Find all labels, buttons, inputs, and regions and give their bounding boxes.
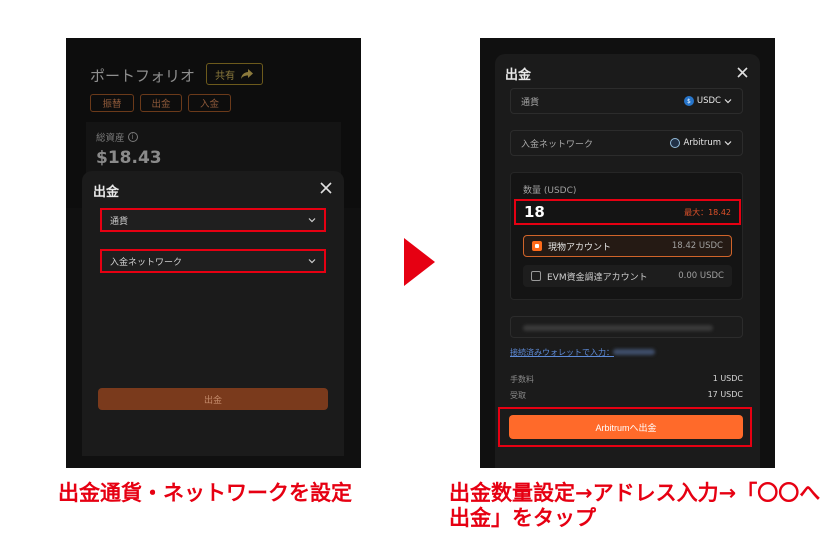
close-icon[interactable] xyxy=(319,181,333,195)
network-value: Arbitrum xyxy=(670,138,732,148)
submit-highlight-box xyxy=(498,407,752,447)
withdraw-modal-left: 出金 通貨 入金ネットワーク 出金 xyxy=(82,171,344,456)
account-name: 現物アカウント xyxy=(548,242,612,253)
deposit-button[interactable]: 入金 xyxy=(188,94,231,112)
fee-label: 手数料 xyxy=(510,375,534,384)
receive-value: 17 USDC xyxy=(707,390,743,399)
modal-title: 出金 xyxy=(93,185,120,200)
network-select-label: 入金ネットワーク xyxy=(110,257,183,268)
close-icon[interactable] xyxy=(736,66,749,79)
currency-select[interactable]: 通貨 $ USDC xyxy=(510,88,743,114)
total-assets-value: $18.43 xyxy=(96,148,162,168)
chevron-down-icon xyxy=(724,141,732,146)
chevron-down-icon xyxy=(308,259,316,264)
amount-section: 数量 (USDC) 18 最大：18.42 現物アカウント 18.42 USDC… xyxy=(510,172,743,300)
left-screenshot: ポートフォリオ 共有 振替 出金 入金 総資産 i $18.43 出金 通貨 入… xyxy=(66,38,361,468)
checkbox-checked-icon[interactable] xyxy=(532,241,542,251)
total-assets-label: 総資産 xyxy=(96,133,125,144)
account-option-spot[interactable]: 現物アカウント 18.42 USDC xyxy=(523,235,732,257)
right-screenshot: 出金 通貨 $ USDC 入金ネットワーク Arbitrum 数量 (USDC)… xyxy=(480,38,775,468)
checkbox-empty-icon[interactable] xyxy=(531,271,541,281)
share-arrow-icon xyxy=(241,69,253,79)
currency-select[interactable]: 通貨 xyxy=(100,208,326,232)
chevron-down-icon xyxy=(724,99,732,104)
withdraw-submit-button[interactable]: 出金 xyxy=(98,388,328,410)
blurred-wallet-address xyxy=(613,349,655,355)
info-icon[interactable]: i xyxy=(127,132,138,142)
network-select[interactable]: 入金ネットワーク xyxy=(100,249,326,273)
share-button[interactable]: 共有 xyxy=(206,63,263,85)
receive-row: 受取 17 USDC xyxy=(510,390,743,401)
currency-label: 通貨 xyxy=(521,97,540,108)
chevron-down-icon xyxy=(308,218,316,223)
fee-row: 手数料 1 USDC xyxy=(510,374,743,385)
usdc-coin-icon: $ xyxy=(683,96,694,106)
account-name: EVM資金調達アカウント xyxy=(547,272,648,283)
total-assets-label-row: 総資産 i xyxy=(96,130,138,144)
caption-left: 出金通貨・ネットワークを設定 xyxy=(58,481,352,505)
connected-wallet-link[interactable]: 接続済みウォレットで入力： xyxy=(510,347,614,358)
amount-value: 18 xyxy=(524,203,545,221)
account-balance: 0.00 USDC xyxy=(678,271,724,281)
amount-input[interactable]: 18 最大：18.42 xyxy=(514,199,741,225)
blurred-address xyxy=(523,325,713,331)
currency-select-label: 通貨 xyxy=(110,216,129,227)
network-label: 入金ネットワーク xyxy=(521,139,594,150)
fee-value: 1 USDC xyxy=(712,374,743,383)
withdraw-button[interactable]: 出金 xyxy=(140,94,182,112)
transfer-button[interactable]: 振替 xyxy=(90,94,134,112)
withdraw-modal-right: 出金 通貨 $ USDC 入金ネットワーク Arbitrum 数量 (USDC)… xyxy=(495,54,760,468)
receive-label: 受取 xyxy=(510,391,526,400)
currency-value: $ USDC xyxy=(683,96,732,106)
network-value-text: Arbitrum xyxy=(683,138,721,148)
arbitrum-coin-icon xyxy=(670,138,681,148)
caption-right: 出金数量設定→アドレス入力→「〇〇へ出金」をタップ xyxy=(449,481,821,530)
account-balance: 18.42 USDC xyxy=(671,241,723,251)
next-step-arrow-icon xyxy=(404,238,435,286)
account-option-evm-funding[interactable]: EVM資金調達アカウント 0.00 USDC xyxy=(523,265,732,287)
currency-value-text: USDC xyxy=(696,96,721,106)
max-amount-button[interactable]: 最大：18.42 xyxy=(684,207,731,218)
share-label: 共有 xyxy=(215,70,235,82)
amount-label: 数量 (USDC) xyxy=(523,186,577,196)
network-select[interactable]: 入金ネットワーク Arbitrum xyxy=(510,130,743,156)
address-input[interactable] xyxy=(510,316,743,338)
portfolio-title: ポートフォリオ xyxy=(90,67,196,85)
modal-title: 出金 xyxy=(505,68,532,83)
